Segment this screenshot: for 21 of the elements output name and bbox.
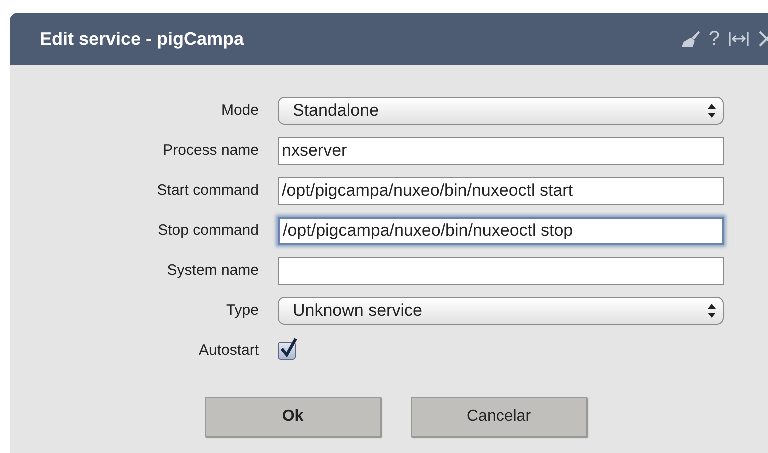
dropdown-arrows-icon: [707, 303, 717, 319]
text-field[interactable]: [278, 257, 724, 285]
dropdown[interactable]: Standalone: [278, 97, 724, 125]
field-label: Start command: [156, 180, 260, 201]
dropdown[interactable]: Unknown service: [278, 297, 724, 325]
ok-button[interactable]: Ok: [205, 397, 381, 437]
field-label: Type: [225, 300, 260, 321]
text-field[interactable]: nxserver: [278, 137, 724, 165]
field-label: Process name: [162, 140, 260, 161]
dropdown-arrows-icon: [707, 103, 717, 119]
broom-icon[interactable]: [680, 30, 701, 48]
field-label: System name: [166, 260, 260, 281]
field-label: Stop command: [157, 220, 260, 241]
help-button[interactable]: ?: [708, 24, 720, 54]
text-field[interactable]: /opt/pigcampa/nuxeo/bin/nuxeoctl start: [278, 177, 724, 205]
cancel-button[interactable]: Cancelar: [411, 397, 587, 437]
field-label: Autostart: [198, 340, 260, 361]
resize-icon[interactable]: [728, 30, 750, 48]
text-field[interactable]: /opt/pigcampa/nuxeo/bin/nuxeoctl stop: [278, 217, 724, 245]
field-label: Mode: [220, 100, 260, 121]
dialog-title: Edit service - pigCampa: [40, 28, 246, 51]
